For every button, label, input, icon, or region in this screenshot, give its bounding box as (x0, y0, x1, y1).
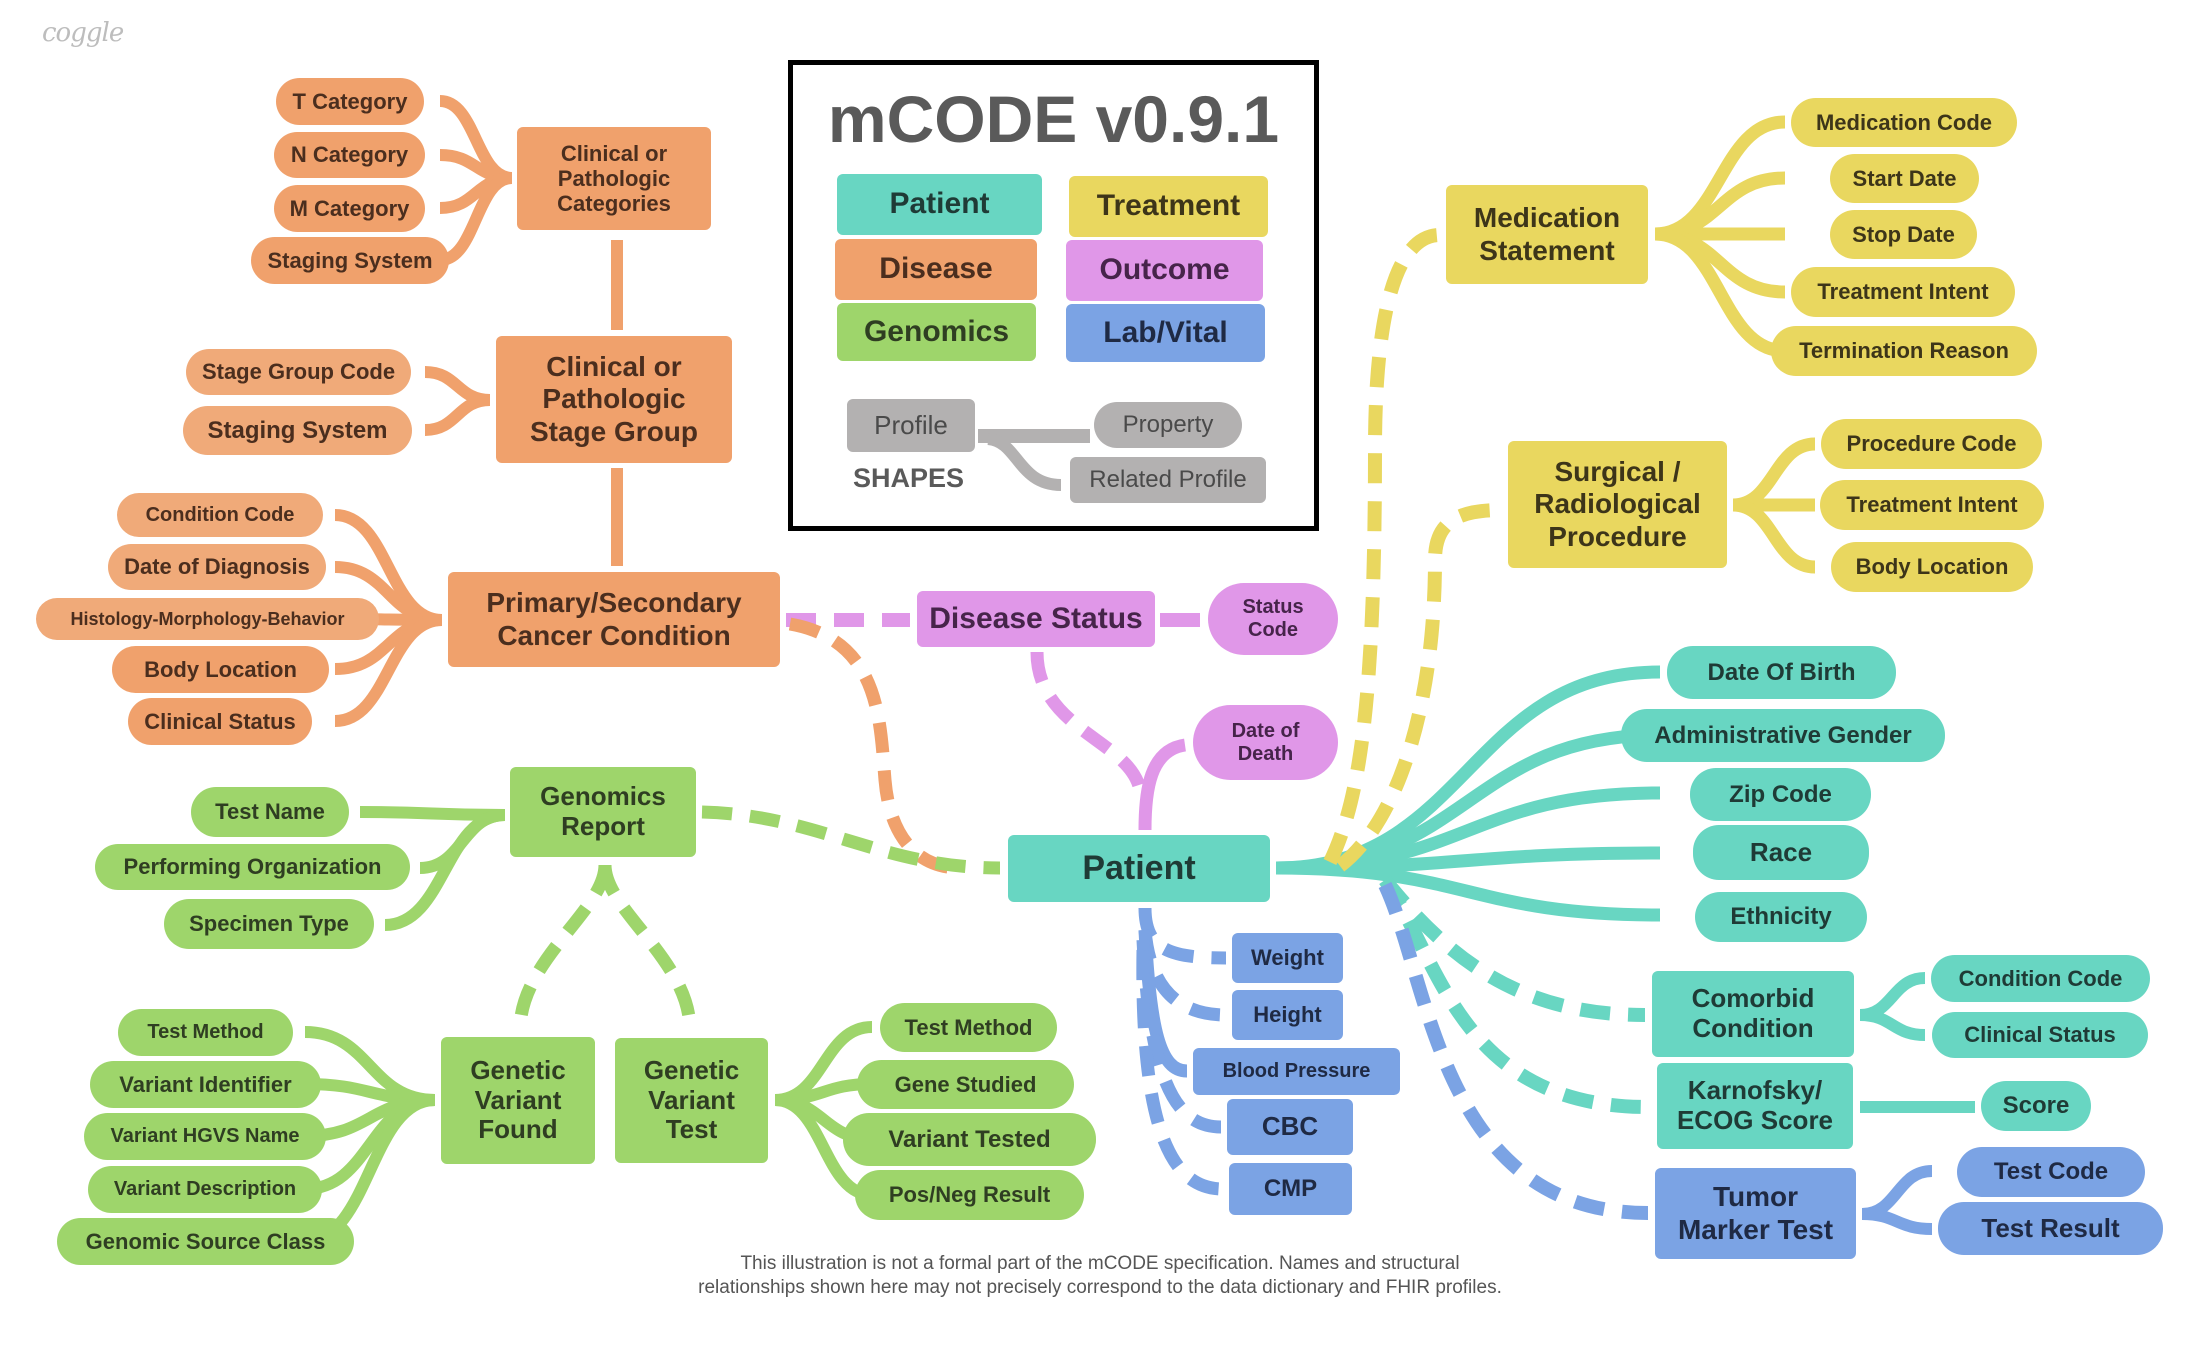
node-karnofsky-ecog-score[interactable]: Karnofsky/ ECOG Score (1657, 1063, 1853, 1149)
legend-shapes-label: SHAPES (853, 463, 965, 493)
connector-patient-tumor (1378, 882, 1649, 1220)
node-height[interactable]: Height (1232, 990, 1343, 1040)
connector-tumor-prop (1861, 1208, 1933, 1235)
property-date-of-death[interactable]: Date of Death (1193, 705, 1338, 780)
node-cmp[interactable]: CMP (1229, 1163, 1352, 1215)
property-variant-tested[interactable]: Variant Tested (843, 1113, 1096, 1166)
legend-related-arrow (986, 433, 1062, 491)
node-clinical-pathologic-categories[interactable]: Clinical or Pathologic Categories (517, 127, 711, 230)
property-specimen-type[interactable]: Specimen Type (164, 899, 374, 949)
connector-comorbid-prop (1859, 972, 1926, 1021)
connector-patient-prop (1275, 861, 1661, 922)
property-treatment-intent[interactable]: Treatment Intent (1791, 267, 2015, 317)
legend-panel: mCODE v0.9.1 Patient Treatment Disease O… (788, 60, 1319, 531)
legend-related-profile-shape: Related Profile (1070, 457, 1266, 503)
node-medication-statement[interactable]: Medication Statement (1446, 185, 1648, 284)
property-date-of-birth[interactable]: Date Of Birth (1667, 646, 1896, 699)
property-zip-code[interactable]: Zip Code (1690, 768, 1871, 821)
property-termination-reason[interactable]: Termination Reason (1771, 326, 2037, 376)
property-t-category[interactable]: T Category (276, 78, 424, 125)
property-comorbid-condition-code[interactable]: Condition Code (1931, 955, 2150, 1002)
disclaimer-line-2: relationships shown here may not precise… (698, 1277, 1502, 1298)
property-date-of-diagnosis[interactable]: Date of Diagnosis (108, 544, 326, 590)
connector-genomics-patient (701, 805, 1001, 875)
connector-procedure-prop (1732, 437, 1816, 512)
node-comorbid-condition[interactable]: Comorbid Condition (1652, 971, 1854, 1057)
disclaimer-footer: This illustration is not a formal part o… (600, 1252, 1600, 1300)
property-variant-description[interactable]: Variant Description (88, 1166, 322, 1213)
property-test-code[interactable]: Test Code (1957, 1147, 2145, 1197)
connector-procedure-prop (1732, 498, 1816, 574)
connector-disease-status-patient (1030, 651, 1147, 792)
property-medication-code[interactable]: Medication Code (1791, 98, 2017, 147)
coggle-logo: coggle (42, 18, 124, 48)
disclaimer-line-1: This illustration is not a formal part o… (740, 1253, 1460, 1274)
legend-treatment: Treatment (1069, 176, 1268, 237)
property-condition-code[interactable]: Condition Code (117, 493, 323, 537)
node-genomics-report[interactable]: Genomics Report (510, 767, 696, 857)
legend-property-shape: Property (1094, 402, 1242, 448)
property-variant-hgvs-name[interactable]: Variant HGVS Name (84, 1113, 326, 1160)
node-genetic-variant-found[interactable]: Genetic Variant Found (441, 1037, 595, 1164)
property-variant-identifier[interactable]: Variant Identifier (90, 1061, 321, 1108)
property-stop-date[interactable]: Stop Date (1830, 210, 1977, 259)
connector-patient-medication (1323, 228, 1441, 866)
node-tumor-marker-test[interactable]: Tumor Marker Test (1655, 1168, 1856, 1259)
legend-disease: Disease (835, 239, 1037, 300)
node-blood-pressure[interactable]: Blood Pressure (1193, 1048, 1400, 1095)
property-performing-organization[interactable]: Performing Organization (95, 844, 410, 890)
property-staging-system[interactable]: Staging System (251, 237, 449, 284)
property-gene-studied[interactable]: Gene Studied (857, 1060, 1074, 1109)
node-weight[interactable]: Weight (1232, 933, 1343, 983)
node-primary-secondary-cancer-condition[interactable]: Primary/Secondary Cancer Condition (448, 572, 780, 667)
property-procedure-treatment-intent[interactable]: Treatment Intent (1820, 480, 2044, 530)
property-test-name[interactable]: Test Name (191, 787, 349, 837)
property-status-code[interactable]: Status Code (1208, 583, 1338, 655)
connector-patient-weight (1138, 907, 1227, 965)
property-test-result[interactable]: Test Result (1938, 1202, 2163, 1255)
property-comorbid-clinical-status[interactable]: Clinical Status (1932, 1012, 2148, 1058)
property-histology-morphology-behavior[interactable]: Histology-Morphology-Behavior (36, 598, 379, 640)
property-m-category[interactable]: M Category (274, 185, 425, 232)
legend-profile-shape: Profile (847, 399, 975, 452)
node-clinical-pathologic-stage-group[interactable]: Clinical or Pathologic Stage Group (496, 336, 732, 463)
property-stage-group-code[interactable]: Stage Group Code (186, 349, 411, 395)
property-stage-staging-system[interactable]: Staging System (183, 406, 412, 455)
node-genetic-variant-test[interactable]: Genetic Variant Test (615, 1038, 768, 1163)
property-score[interactable]: Score (1981, 1081, 2091, 1131)
node-disease-status[interactable]: Disease Status (917, 591, 1155, 647)
connector-comorbid-prop (1859, 1009, 1926, 1041)
property-vf-test-method[interactable]: Test Method (118, 1009, 293, 1056)
property-clinical-status[interactable]: Clinical Status (128, 698, 312, 745)
legend-patient: Patient (837, 174, 1042, 235)
property-ethnicity[interactable]: Ethnicity (1695, 892, 1867, 942)
property-genomic-source-class[interactable]: Genomic Source Class (57, 1218, 354, 1265)
property-procedure-code[interactable]: Procedure Code (1821, 419, 2042, 469)
connector-genomics-variant-found (513, 864, 612, 1031)
property-start-date[interactable]: Start Date (1830, 154, 1979, 203)
legend-genomics: Genomics (837, 303, 1036, 361)
connector-tumor-prop (1861, 1165, 1933, 1220)
connector-genomics-variant-test (598, 864, 697, 1031)
legend-outcome: Outcome (1066, 240, 1263, 301)
property-vt-test-method[interactable]: Test Method (880, 1003, 1057, 1052)
property-administrative-gender[interactable]: Administrative Gender (1621, 709, 1945, 762)
connector-death-patient (1138, 738, 1187, 831)
property-n-category[interactable]: N Category (274, 132, 425, 178)
node-cbc[interactable]: CBC (1227, 1099, 1353, 1155)
property-body-location[interactable]: Body Location (112, 646, 329, 693)
connector-stage-prop (424, 394, 491, 436)
node-patient[interactable]: Patient (1008, 835, 1270, 902)
node-surgical-radiological-procedure[interactable]: Surgical / Radiological Procedure (1508, 441, 1727, 568)
property-pos-neg-result[interactable]: Pos/Neg Result (855, 1170, 1084, 1220)
property-race[interactable]: Race (1693, 825, 1869, 880)
property-procedure-body-location[interactable]: Body Location (1831, 542, 2033, 592)
legend-lab-vital: Lab/Vital (1066, 304, 1265, 362)
